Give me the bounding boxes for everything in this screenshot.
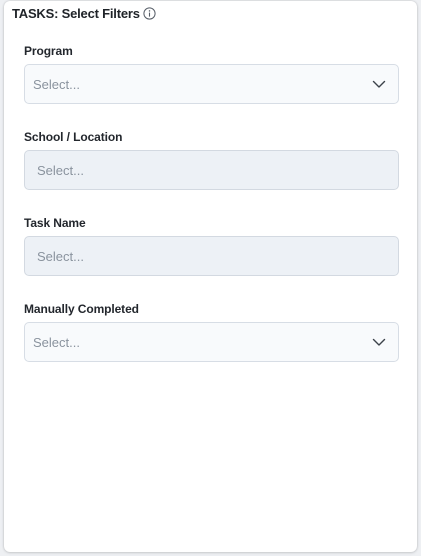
chevron-down-icon[interactable] [372, 335, 386, 349]
task-name-select: Select... [24, 236, 399, 276]
manually-completed-label: Manually Completed [24, 302, 139, 316]
filters-panel: TASKS: Select Filters Program Select... … [4, 1, 417, 552]
school-location-select: Select... [24, 150, 399, 190]
info-circle-icon[interactable] [143, 7, 156, 20]
manually-completed-select[interactable]: Select... [24, 322, 399, 362]
school-location-placeholder: Select... [37, 162, 84, 178]
program-placeholder: Select... [33, 76, 80, 92]
program-filter: Program Select... [24, 43, 399, 104]
manually-completed-filter: Manually Completed Select... [24, 301, 399, 362]
task-name-filter: Task Name Select... [24, 215, 399, 276]
panel-header: TASKS: Select Filters [12, 6, 156, 21]
chevron-down-icon[interactable] [372, 77, 386, 91]
program-label: Program [24, 44, 73, 58]
school-location-filter: School / Location Select... [24, 129, 399, 190]
school-location-label: School / Location [24, 130, 123, 144]
task-name-placeholder: Select... [37, 248, 84, 264]
program-select[interactable]: Select... [24, 64, 399, 104]
task-name-label: Task Name [24, 216, 86, 230]
manually-completed-placeholder: Select... [33, 334, 80, 350]
panel-title: TASKS: Select Filters [12, 6, 140, 21]
